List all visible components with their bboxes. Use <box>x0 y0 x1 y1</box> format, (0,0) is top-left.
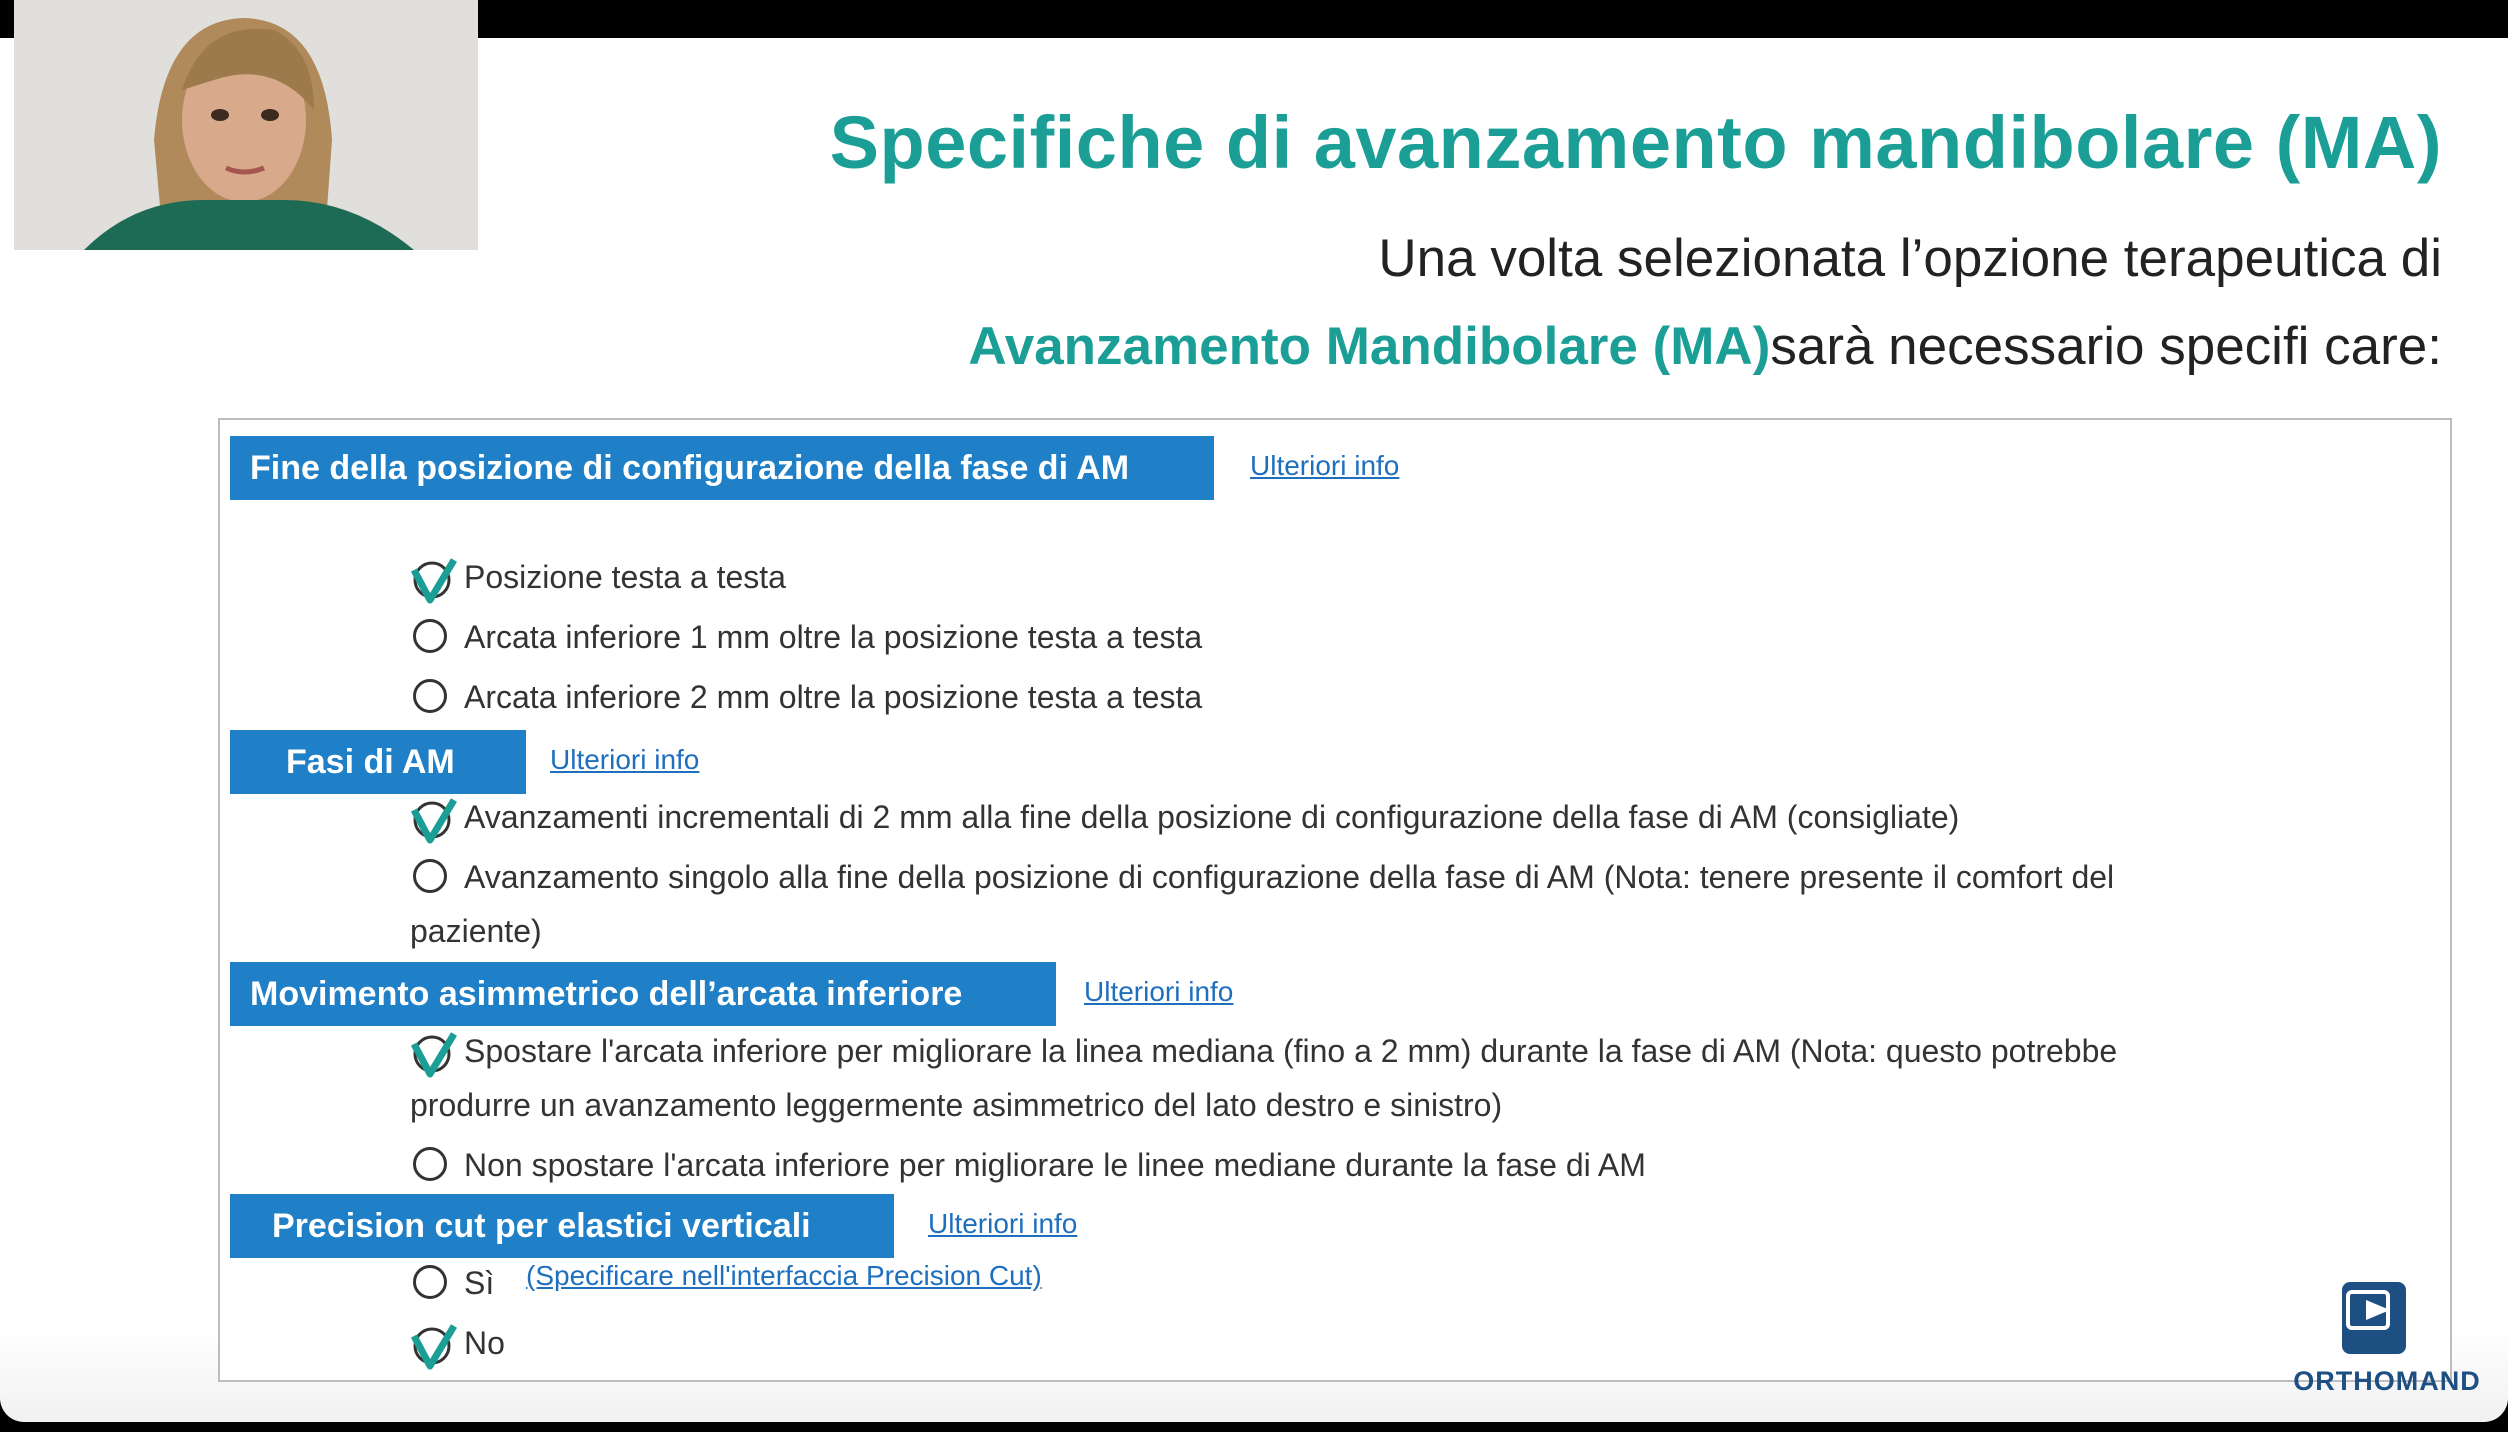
more-info-link[interactable]: Ulteriori info <box>928 1208 1077 1240</box>
play-icon <box>2342 1282 2406 1354</box>
slide-title: Specifiche di avanzamento mandibolare (M… <box>829 101 2442 184</box>
option-label: Avanzamento singolo alla fine della posi… <box>464 859 2115 895</box>
more-info-link[interactable]: Ulteriori info <box>550 744 699 776</box>
option-label-continued: paziente) <box>410 913 542 949</box>
section-header: Precision cut per elastici verticali <box>230 1194 894 1258</box>
option-label-continued: produrre un avanzamento leggermente asim… <box>410 1087 1503 1123</box>
section-header: Movimento asimmetrico dell’arcata inferi… <box>230 962 1056 1026</box>
option-label: Arcata inferiore 2 mm oltre la posizione… <box>464 679 1203 715</box>
section-header: Fine della posizione di configurazione d… <box>230 436 1214 500</box>
presenter-webcam-feed <box>14 0 478 250</box>
option-label: No <box>464 1325 505 1361</box>
slide-subtitle-line1: Una volta selezionata l’opzione terapeut… <box>1378 229 2442 288</box>
option-label: Avanzamenti incrementali di 2 mm alla fi… <box>464 799 1960 835</box>
precision-cut-interface-link[interactable]: (Specificare nell'interfaccia Precision … <box>526 1260 1042 1292</box>
option-label: Non spostare l'arcata inferiore per migl… <box>464 1147 1646 1183</box>
more-info-link[interactable]: Ulteriori info <box>1084 976 1233 1008</box>
option-label: Spostare l'arcata inferiore per migliora… <box>464 1033 2118 1069</box>
section-header: Fasi di AM <box>230 730 526 794</box>
checkmark-icon[interactable] <box>410 796 458 844</box>
option-label: Posizione testa a testa <box>464 559 786 595</box>
checkmark-icon[interactable] <box>410 556 458 604</box>
radio-button[interactable] <box>410 616 454 660</box>
subtitle-rest: sarà necessario specifi care: <box>1770 317 2442 376</box>
orthomand-logo: ORTHOMAND <box>2282 1282 2492 1402</box>
radio-button[interactable] <box>410 1262 454 1306</box>
subtitle-highlight: Avanzamento Mandibolare (MA) <box>968 317 1771 376</box>
radio-button[interactable] <box>410 856 454 900</box>
radio-button[interactable] <box>410 1144 454 1188</box>
option-label: Sì <box>464 1265 495 1301</box>
slide-subtitle-line2: Avanzamento Mandibolare (MA)sarà necessa… <box>968 316 2442 377</box>
radio-button[interactable] <box>410 676 454 720</box>
ma-specification-form: Fine della posizione di configurazione d… <box>218 418 2452 1382</box>
more-info-link[interactable]: Ulteriori info <box>1250 450 1399 482</box>
option-label: Arcata inferiore 1 mm oltre la posizione… <box>464 619 1203 655</box>
logo-text: ORTHOMAND <box>2293 1366 2481 1396</box>
checkmark-icon[interactable] <box>410 1322 458 1370</box>
checkmark-icon[interactable] <box>410 1030 458 1078</box>
